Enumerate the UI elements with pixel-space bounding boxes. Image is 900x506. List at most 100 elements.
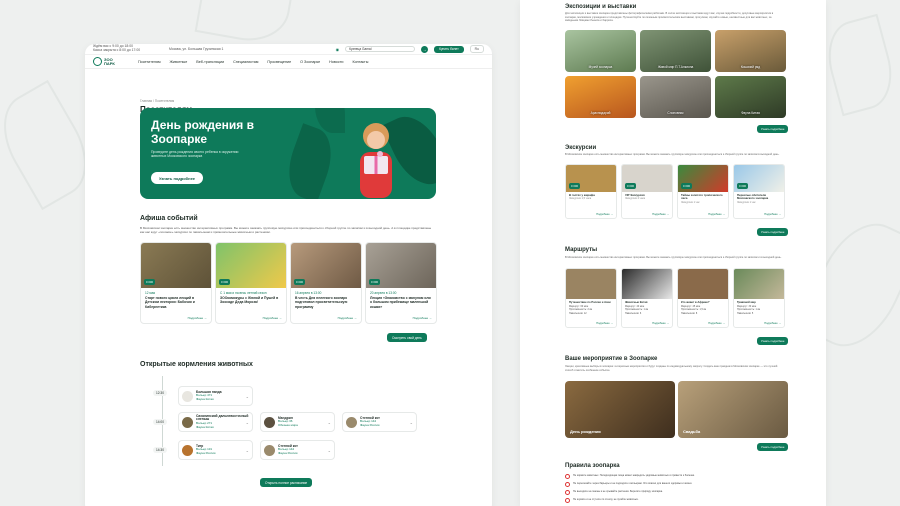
event-card[interactable]: 0 000 С 1 мая и на весь летний сезон ЗОО… xyxy=(215,242,287,324)
event-image: 0 000 xyxy=(366,243,436,288)
excursions-description: В Московском зоопарке есть множество инт… xyxy=(565,153,780,156)
your-event-more-button[interactable]: Узнать подробнее xyxy=(757,443,789,451)
animal-avatar xyxy=(264,416,275,428)
prohibition-icon xyxy=(565,474,570,479)
route-more-link[interactable]: Подробнее → xyxy=(652,322,669,325)
exhibits-more-button[interactable]: Узнать подробнее xyxy=(757,125,789,133)
route-card[interactable]: Травяной мир Маршрут: 30 мин Протяжённость… xyxy=(733,268,785,328)
feeding-item[interactable]: Степной кот Вольер 144 Фауна России ⌄ xyxy=(260,440,335,460)
events-all-button[interactable]: Смотреть свой день xyxy=(387,333,427,342)
language-select[interactable]: Ru xyxy=(469,45,484,53)
event-type-card[interactable]: День рождения xyxy=(565,381,675,438)
search-submit-button[interactable]: → xyxy=(421,45,429,53)
exhibit-tile[interactable]: Живой мир П.Т.Алкиона xyxy=(640,30,711,72)
visitors-page-long-mockup: Экспозиции и выставки Для экспозиции и в… xyxy=(520,0,826,506)
exhibit-tile[interactable]: Музей зоопарка xyxy=(565,30,636,72)
buy-ticket-button[interactable]: Купить билет xyxy=(434,45,464,53)
nav-item-specialists[interactable]: Специалистам xyxy=(233,60,258,64)
address: Москва, ул. Большая Грузинская 1 xyxy=(169,47,224,51)
hero-title: День рождения в Зоопарке xyxy=(151,118,254,146)
animal-avatar xyxy=(264,444,275,456)
girl-with-gift-image xyxy=(360,123,392,198)
route-image xyxy=(678,269,728,299)
excursions-title: Экскурсии xyxy=(565,145,597,151)
event-more-link[interactable]: Подробнее → xyxy=(413,316,432,320)
hero-more-button[interactable]: Узнать подробнее xyxy=(151,172,204,184)
excursion-image: 0 000 xyxy=(566,165,616,192)
route-more-link[interactable]: Подробнее → xyxy=(596,322,613,325)
route-card[interactable]: Животные Китая Маршрут: 40 мин Протяжённос… xyxy=(621,268,673,328)
feeding-item[interactable]: Степной кот Вольер 144 Фауна России ⌄ xyxy=(342,412,417,432)
exhibits-description: Для экспозиции и выставок зоопарка предс… xyxy=(565,12,774,22)
feeding-item[interactable]: Сахалинский дальневосточный слепыш Вольер… xyxy=(178,412,253,432)
nav-item-visitors[interactable]: Посетителям xyxy=(138,60,160,64)
route-card[interactable]: Путешествие по России и Азии Маршрут: 60 … xyxy=(565,268,617,328)
rule-item: Не кормите животных. Неподходящая пища м… xyxy=(565,474,780,479)
top-bar: Ждём вас с 9:00 до 18:00 Касса закрыта с… xyxy=(85,44,492,55)
nav-item-education[interactable]: Просвещение xyxy=(267,60,291,64)
rule-item: Не шумите и не стучите по стеклу, не пуг… xyxy=(565,498,780,503)
feeding-schedule-button[interactable]: Открыть полное расписание xyxy=(260,478,313,487)
your-event-title: Ваше мероприятие в Зоопарке xyxy=(565,356,658,362)
background-leaf-decoration xyxy=(194,0,296,48)
feeding-item[interactable]: Тигр Вольер 131 Фауна России ⌄ xyxy=(178,440,253,460)
rule-item: Не перелезайте через барьеры и не подход… xyxy=(565,482,780,487)
excursion-more-link[interactable]: Подробнее → xyxy=(764,213,781,216)
chevron-down-icon: ⌄ xyxy=(245,420,249,425)
animal-avatar xyxy=(346,416,357,428)
excursions-more-button[interactable]: Узнать подробнее xyxy=(757,228,789,236)
exhibit-tile[interactable]: Фауна Китая xyxy=(715,76,786,118)
zoo-logo[interactable]: ЗОО ПАРК xyxy=(93,57,129,66)
event-card[interactable]: 0 000 16 апреля в 13:00 В честь Дня неле… xyxy=(290,242,362,324)
event-type-card[interactable]: Свадьба xyxy=(678,381,788,438)
event-card[interactable]: 0 000 12 мая Старт нового цикла лекций в… xyxy=(140,242,212,324)
prohibition-icon xyxy=(565,490,570,495)
route-image xyxy=(566,269,616,299)
excursion-card[interactable]: 0 000 В гостях у жирафа Экскурсия 1,5 часа… xyxy=(565,164,617,219)
nav-item-about[interactable]: О Зоопарке xyxy=(300,60,320,64)
exhibit-tile[interactable]: Арахнидарий xyxy=(565,76,636,118)
hero-banner: День рождения в Зоопарке Проведите день … xyxy=(140,108,436,199)
event-more-link[interactable]: Подробнее → xyxy=(188,316,207,320)
eye-icon[interactable]: ◉ xyxy=(336,47,340,52)
excursion-more-link[interactable]: Подробнее → xyxy=(708,213,725,216)
feeding-item[interactable]: Большая панда Вольер 471 Фауна Китая ⌄ xyxy=(178,386,253,406)
route-more-link[interactable]: Подробнее → xyxy=(708,322,725,325)
exhibit-tile[interactable]: Кошачий ряд xyxy=(715,30,786,72)
chevron-down-icon: ⌄ xyxy=(245,394,249,399)
excursion-more-link[interactable]: Подробнее → xyxy=(652,213,669,216)
nav-item-contacts[interactable]: Контакты xyxy=(352,60,368,64)
route-image xyxy=(622,269,672,299)
excursion-card[interactable]: 0 000 VIP Экскурсия Экскурсия 2 часа Подроб… xyxy=(621,164,673,219)
routes-description: В Московском зоопарке есть множество инт… xyxy=(565,256,782,259)
event-image: 0 000 xyxy=(141,243,211,288)
exhibits-title: Экспозиции и выставки xyxy=(565,4,637,10)
nav-item-news[interactable]: Новости xyxy=(329,60,343,64)
breadcrumb[interactable]: Главная / Посетителям xyxy=(140,99,492,103)
rules-title: Правила зоопарка xyxy=(565,463,620,469)
excursion-image: 0 000 xyxy=(734,165,784,192)
event-card[interactable]: 0 000 20 апреля в 13:00 Лекция «Знакомст… xyxy=(365,242,437,324)
route-image xyxy=(734,269,784,299)
feeding-item[interactable]: Мандрил Вольер 36 Обезьян мира ⌄ xyxy=(260,412,335,432)
visitors-page-mockup: Ждём вас с 9:00 до 18:00 Касса закрыта с… xyxy=(85,44,492,506)
logo-mark xyxy=(93,57,102,66)
excursion-image: 0 000 xyxy=(622,165,672,192)
event-more-link[interactable]: Подробнее → xyxy=(338,316,357,320)
event-more-link[interactable]: Подробнее → xyxy=(263,316,282,320)
animal-avatar xyxy=(182,390,193,402)
nav-item-webcams[interactable]: Веб-трансляции xyxy=(196,60,224,64)
rule-item: Не выходите на газоны и не срывайте раст… xyxy=(565,490,780,495)
excursion-card[interactable]: 0 000 Пернатые обитатели Московского зооп… xyxy=(733,164,785,219)
excursion-more-link[interactable]: Подробнее → xyxy=(596,213,613,216)
route-card[interactable]: Кто живет в Африке? Маршрут: 45 мин Протяж… xyxy=(677,268,729,328)
chevron-down-icon: ⌄ xyxy=(409,420,413,425)
nav-item-animals[interactable]: Животные xyxy=(169,60,187,64)
route-more-link[interactable]: Подробнее → xyxy=(764,322,781,325)
exhibit-tile[interactable]: Слоновник xyxy=(640,76,711,118)
search-input[interactable]: Кузнеца Gamal xyxy=(345,46,416,52)
routes-more-button[interactable]: Узнать подробнее xyxy=(757,337,789,345)
animal-avatar xyxy=(182,444,193,456)
excursion-card[interactable]: 0 000 Тайны золотого тропического леса Экс… xyxy=(677,164,729,219)
your-event-description: Лекции, креативные выборы в зоопарке: ин… xyxy=(565,365,778,372)
